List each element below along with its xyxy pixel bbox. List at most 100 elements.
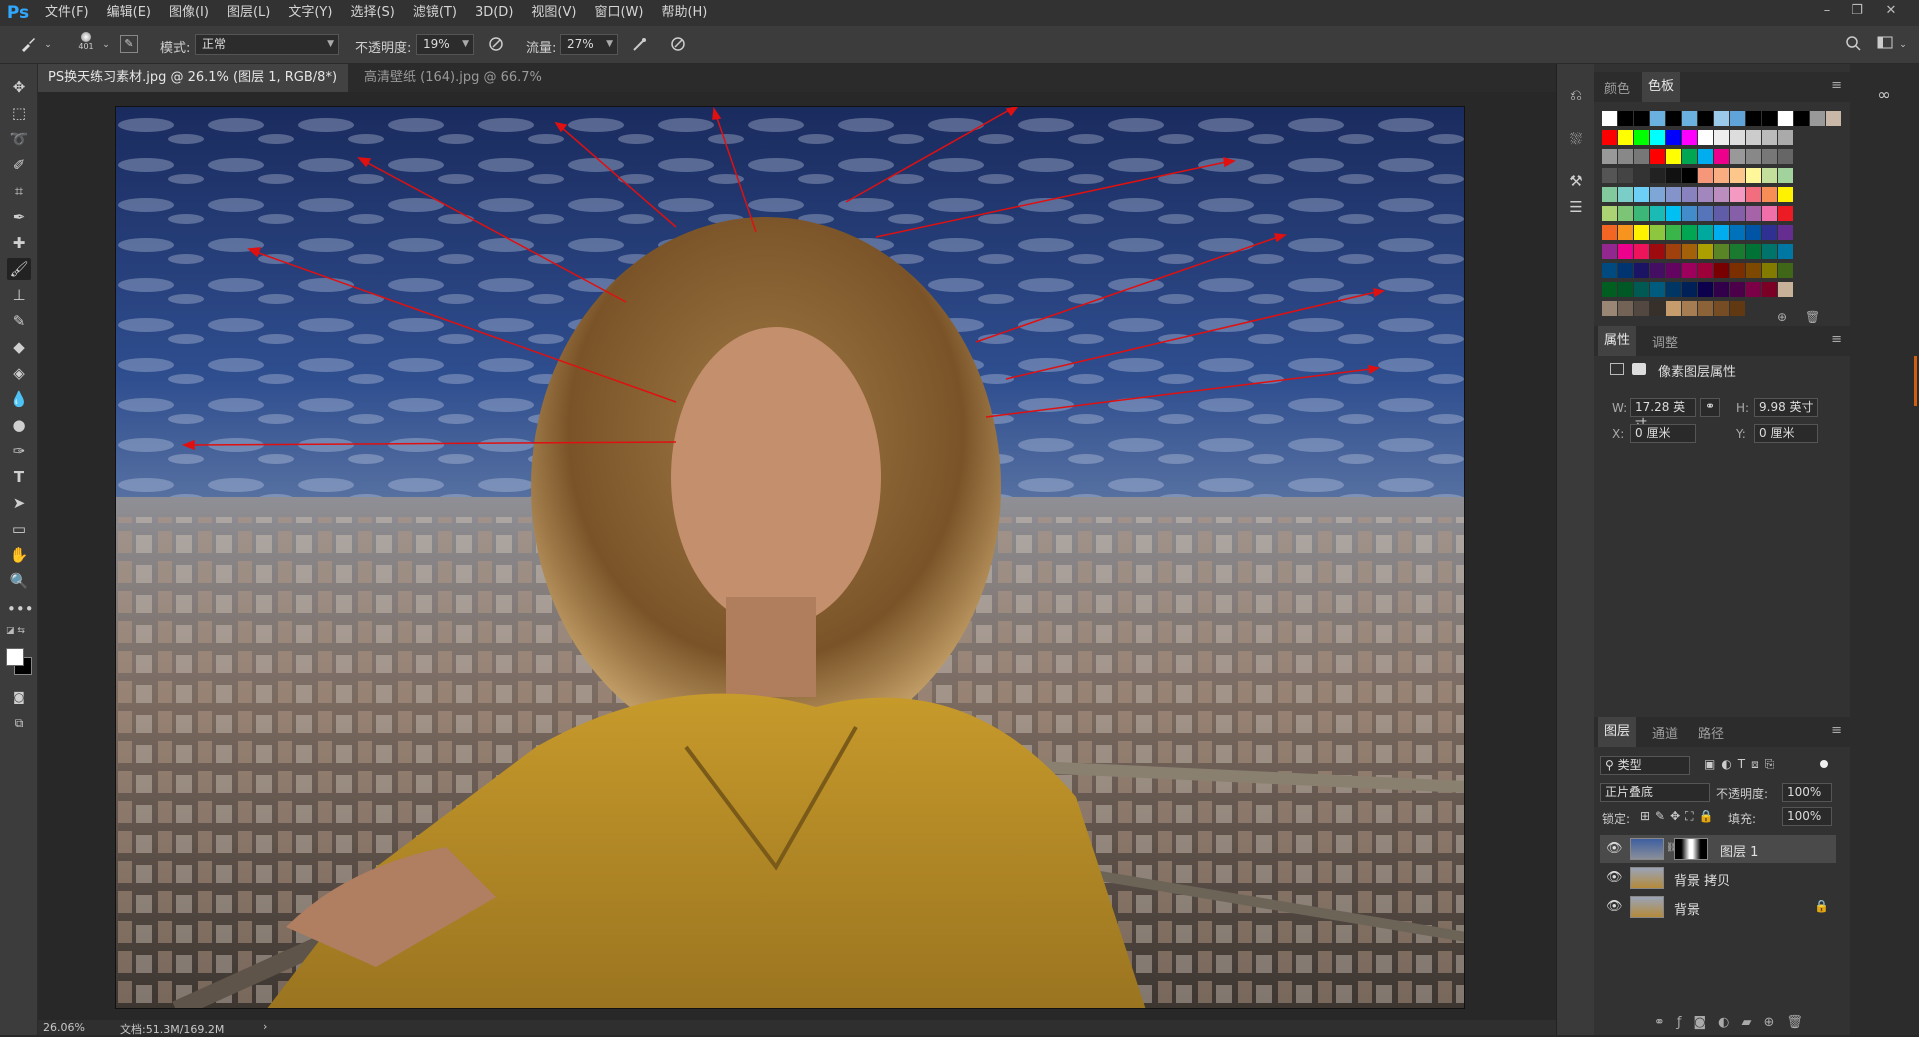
color-swatch[interactable] [1650,301,1665,316]
color-swatch[interactable] [1730,225,1745,240]
minimize-button[interactable]: – [1812,0,1842,22]
color-swatch[interactable] [1618,130,1633,145]
search-icon[interactable] [1843,35,1863,55]
color-swatch[interactable] [1618,206,1633,221]
color-swatch[interactable] [1618,111,1633,126]
menu-edit[interactable]: 编辑(E) [98,0,160,26]
tab-color[interactable]: 颜色 [1604,78,1630,97]
color-swatch[interactable] [1634,206,1649,221]
layer-filter-icons[interactable]: ▣◐T⧈⎘ [1704,757,1814,772]
color-swatch[interactable] [1666,244,1681,259]
color-swatch[interactable] [1602,111,1617,126]
layer-name[interactable]: 背景 拷贝 [1674,870,1730,889]
quick-mask-icon[interactable]: ◙ [7,686,31,708]
color-swatch[interactable] [1602,206,1617,221]
color-swatch[interactable] [1730,187,1745,202]
color-swatch[interactable] [1778,111,1793,126]
color-swatch[interactable] [1618,263,1633,278]
color-swatch[interactable] [1682,187,1697,202]
color-swatch[interactable] [1746,263,1761,278]
color-swatch[interactable] [1762,168,1777,183]
color-swatch[interactable] [1698,244,1713,259]
color-swatch[interactable] [1762,225,1777,240]
color-swatch[interactable] [1666,187,1681,202]
flow-input[interactable]: 27% ▼ [560,34,618,55]
airbrush-icon[interactable] [630,35,650,55]
filter-toggle-icon[interactable] [1820,760,1828,768]
dodge-icon[interactable]: ● [7,414,31,436]
color-swatch[interactable] [1714,301,1729,316]
color-swatch[interactable] [1714,206,1729,221]
color-swatch[interactable] [1682,301,1697,316]
close-button[interactable]: ✕ [1876,0,1906,22]
color-swatch[interactable] [1618,301,1633,316]
color-swatch[interactable] [1602,282,1617,297]
tab-document-2[interactable]: 高清壁纸 (164).jpg @ 66.7%(RGB/8)✕ [354,64,604,113]
color-swatch[interactable] [1778,282,1793,297]
brush-settings-icon[interactable]: ⛆ [1564,128,1588,150]
folder-icon[interactable]: ▰ [1741,1015,1763,1030]
color-swatch[interactable] [1778,263,1793,278]
color-swatch[interactable] [1650,206,1665,221]
chevron-down-icon[interactable]: ⌄ [1893,35,1913,55]
eyedropper-icon[interactable]: ✒ [7,206,31,228]
color-swatch[interactable] [1762,263,1777,278]
color-swatch[interactable] [1650,282,1665,297]
color-swatch[interactable] [1650,130,1665,145]
color-swatch[interactable] [1714,111,1729,126]
color-swatch[interactable] [1682,282,1697,297]
zoom-icon[interactable]: 🔍 [7,570,31,592]
color-swatch[interactable] [1762,111,1777,126]
color-swatch[interactable] [1682,244,1697,259]
color-swatch[interactable] [1730,244,1745,259]
color-swatch[interactable] [1698,206,1713,221]
color-swatch[interactable] [1762,187,1777,202]
panel-menu-icon[interactable]: ≡ [1831,332,1842,347]
color-swatch[interactable] [1682,206,1697,221]
color-swatch[interactable] [1650,149,1665,164]
color-swatch[interactable] [1698,282,1713,297]
tab-layers[interactable]: 图层 [1598,717,1637,747]
color-swatch[interactable] [1746,111,1761,126]
color-swatch[interactable] [1762,130,1777,145]
hand-icon[interactable]: ✋ [7,544,31,566]
layer-name[interactable]: 背景 [1674,899,1700,918]
lasso-icon[interactable]: ➰ [7,128,31,150]
brush-preset-picker[interactable]: 401 [74,30,98,60]
move-icon[interactable]: ✥ [7,76,31,98]
opacity-input[interactable]: 19% ▼ [416,34,474,55]
document-image[interactable] [115,106,1465,1009]
color-swatch[interactable] [1650,263,1665,278]
color-swatch[interactable] [1762,149,1777,164]
workspace-icon[interactable] [1875,35,1895,55]
color-swatch[interactable] [1746,149,1761,164]
history-brush-icon[interactable]: ✎ [7,310,31,332]
color-swatch[interactable] [1602,244,1617,259]
color-swatch[interactable] [1666,168,1681,183]
color-swatch[interactable] [1666,263,1681,278]
color-swatch[interactable] [1602,225,1617,240]
color-swatch[interactable] [1682,130,1697,145]
color-swatch[interactable] [1618,244,1633,259]
color-swatch[interactable] [1666,130,1681,145]
color-swatch[interactable] [1650,244,1665,259]
fill-input[interactable]: 100% [1782,807,1832,826]
color-swatch[interactable] [1698,187,1713,202]
crop-icon[interactable]: ⌗ [7,180,31,202]
new-swatch-icon[interactable]: ⊕ [1777,310,1787,324]
tab-swatches[interactable]: 色板 [1642,72,1681,102]
mode-select[interactable]: 正常 ▼ [195,34,339,55]
color-swatch[interactable] [1618,168,1633,183]
color-swatch[interactable] [1698,111,1713,126]
menu-select[interactable]: 选择(S) [341,0,403,26]
color-swatch[interactable] [1602,149,1617,164]
menu-file[interactable]: 文件(F) [36,0,98,26]
layer-filter-select[interactable]: ⚲ 类型 [1600,756,1690,775]
eraser-icon[interactable]: ◆ [7,336,31,358]
color-swatch[interactable] [1746,244,1761,259]
color-swatch[interactable] [1666,149,1681,164]
color-swatch[interactable] [1698,301,1713,316]
brush-panel-toggle-icon[interactable]: ✎ [120,35,138,53]
tab-adjustments[interactable]: 调整 [1652,332,1678,351]
color-swatch[interactable] [1778,225,1793,240]
